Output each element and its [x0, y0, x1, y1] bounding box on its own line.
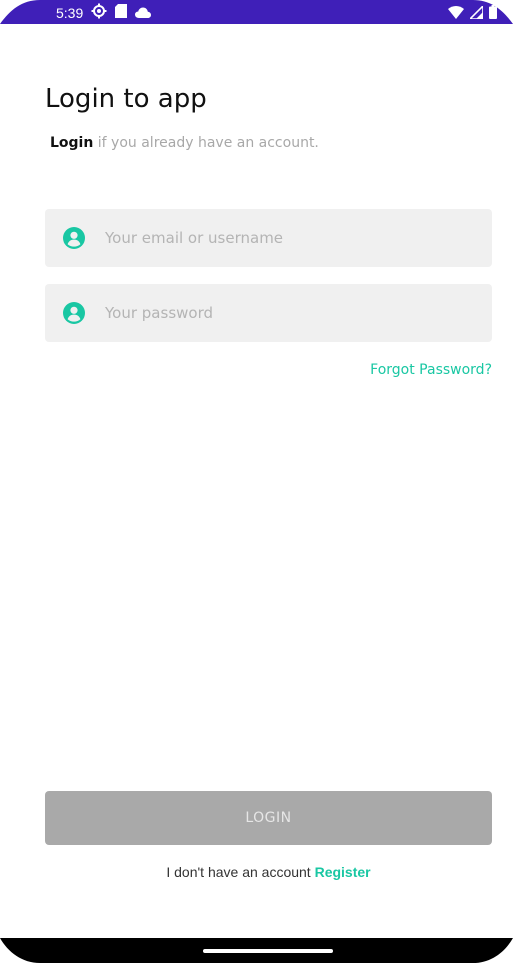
subtitle-login-word: Login [50, 135, 94, 151]
top-left-corner [0, 0, 40, 24]
email-field-container[interactable] [45, 209, 492, 267]
password-input[interactable] [103, 303, 467, 323]
register-link[interactable]: Register [315, 864, 371, 880]
register-prompt-text: I don't have an account [166, 864, 315, 880]
bottom-right-corner [473, 938, 513, 963]
register-prompt: I don't have an account Register [0, 864, 513, 880]
status-bar: 5:39 [0, 0, 513, 24]
settings-icon [91, 3, 107, 22]
cloud-icon [135, 5, 152, 21]
page-subtitle: Login if you already have an account. [50, 135, 319, 151]
subtitle-rest: if you already have an account. [93, 135, 319, 151]
bottom-left-corner [0, 938, 40, 963]
user-icon [63, 302, 85, 324]
status-time: 5:39 [56, 4, 84, 21]
top-right-corner [473, 0, 513, 24]
home-indicator[interactable] [203, 949, 333, 953]
forgot-password-link[interactable]: Forgot Password? [370, 362, 492, 378]
status-left: 5:39 [56, 3, 152, 22]
login-screen: 5:39 Login to app Login if you already h… [0, 0, 513, 963]
page-title: Login to app [45, 84, 207, 114]
login-button[interactable]: LOGIN [45, 791, 492, 845]
wifi-icon [448, 4, 464, 23]
user-icon [63, 227, 85, 249]
password-field-container[interactable] [45, 284, 492, 342]
email-input[interactable] [103, 228, 467, 248]
sd-card-icon [115, 4, 128, 21]
